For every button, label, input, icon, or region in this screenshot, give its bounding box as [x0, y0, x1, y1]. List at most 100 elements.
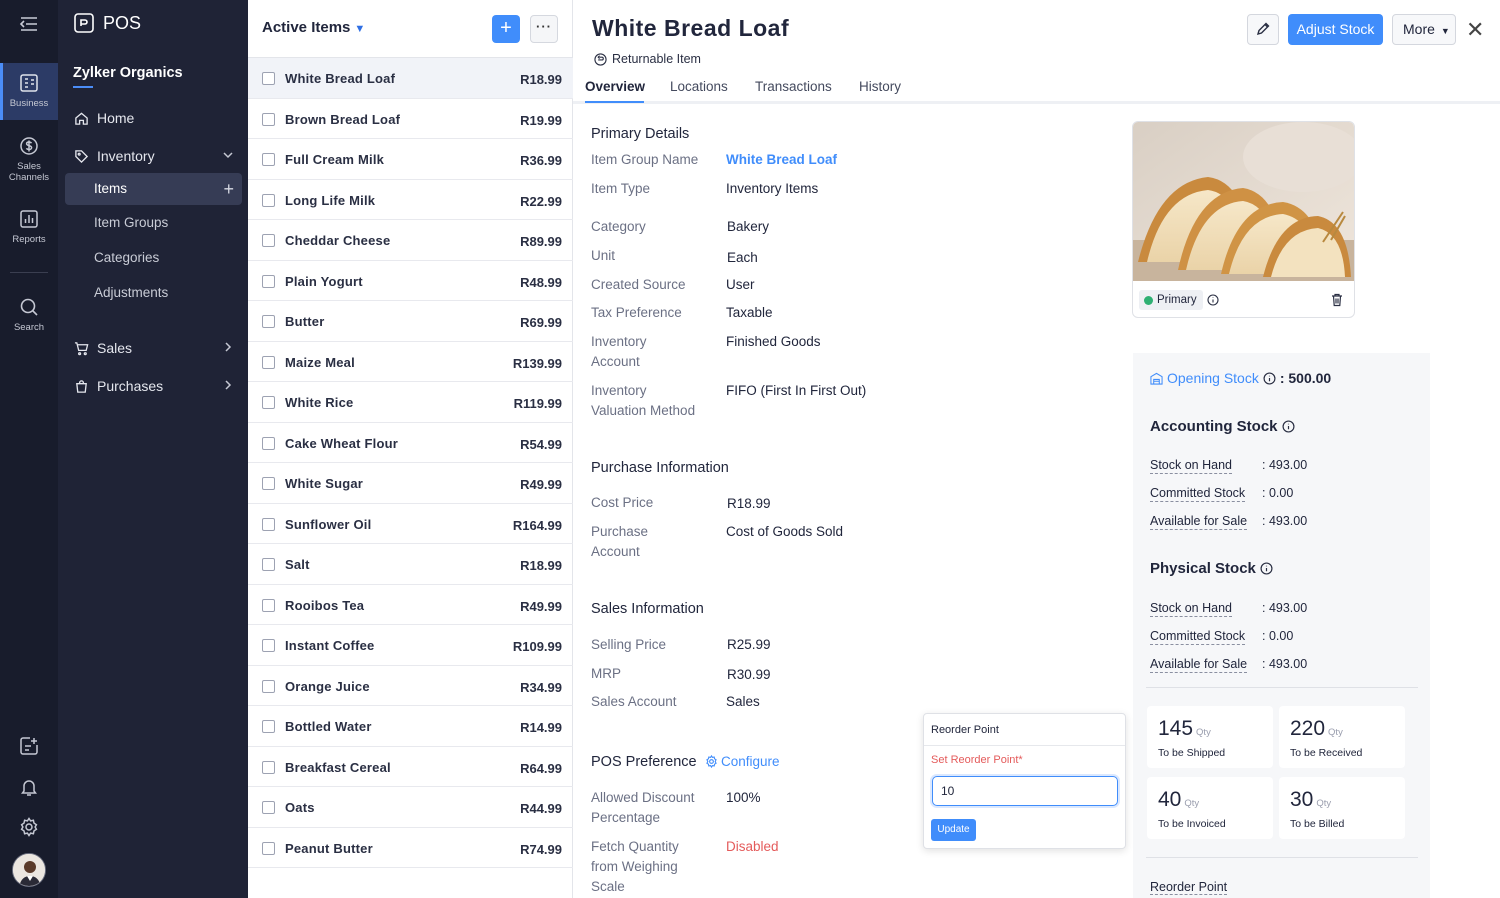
close-icon[interactable]: ✕ — [1466, 18, 1484, 42]
list-item[interactable]: Cheddar Cheese R89.99 — [248, 220, 573, 261]
row-checkbox[interactable] — [262, 720, 275, 733]
adjust-stock-button[interactable]: Adjust Stock — [1288, 14, 1383, 45]
list-item[interactable]: Peanut Butter R74.99 — [248, 828, 573, 868]
row-checkbox[interactable] — [262, 639, 275, 652]
accounting-committed-label[interactable]: Committed Stock — [1150, 486, 1246, 502]
accounting-stock-on-hand-label[interactable]: Stock on Hand — [1150, 458, 1232, 474]
rail-business[interactable]: Business — [0, 63, 58, 120]
app-logo[interactable]: POS — [73, 12, 141, 34]
list-item[interactable]: Orange Juice R34.99 — [248, 666, 573, 706]
sidebar-item-item-groups[interactable]: Item Groups — [65, 207, 242, 239]
list-item[interactable]: Rooibos Tea R49.99 — [248, 585, 573, 625]
list-item[interactable]: Salt R18.99 — [248, 544, 573, 585]
item-group-name-link[interactable]: White Bread Loaf — [726, 150, 837, 170]
new-entry-icon[interactable] — [18, 735, 40, 757]
opening-stock-link[interactable]: Opening Stock — [1167, 370, 1259, 386]
nav-purchases[interactable]: Purchases — [74, 378, 234, 394]
add-item-button[interactable]: + — [492, 15, 520, 43]
row-checkbox[interactable] — [262, 760, 275, 774]
item-name[interactable]: Oats — [285, 800, 315, 815]
list-item[interactable]: White Rice R119.99 — [248, 382, 573, 423]
row-checkbox[interactable] — [262, 112, 275, 126]
item-name[interactable]: Brown Bread Loaf — [285, 112, 400, 127]
settings-gear-icon[interactable] — [18, 816, 40, 838]
physical-available-label[interactable]: Available for Sale — [1150, 657, 1248, 673]
row-checkbox[interactable] — [262, 193, 275, 207]
view-selector[interactable]: Active Items ▼ — [262, 19, 365, 36]
row-checkbox[interactable] — [262, 477, 275, 490]
row-checkbox[interactable] — [262, 436, 275, 450]
row-checkbox[interactable] — [262, 598, 275, 612]
item-name[interactable]: Salt — [285, 557, 310, 572]
item-name[interactable]: Bottled Water — [285, 719, 372, 734]
info-icon[interactable] — [1263, 371, 1276, 385]
list-item[interactable]: Plain Yogurt R48.99 — [248, 261, 573, 301]
item-name[interactable]: Peanut Butter — [285, 841, 373, 856]
list-item[interactable]: Brown Bread Loaf R19.99 — [248, 99, 573, 139]
item-name[interactable]: Cake Wheat Flour — [285, 436, 398, 451]
item-name[interactable]: Full Cream Milk — [285, 152, 384, 167]
tab-overview[interactable]: Overview — [585, 79, 645, 94]
item-name[interactable]: White Sugar — [285, 476, 363, 491]
item-name[interactable]: Cheddar Cheese — [285, 233, 390, 248]
user-avatar[interactable] — [12, 853, 46, 887]
list-item[interactable]: White Sugar R49.99 — [248, 463, 573, 504]
tab-locations[interactable]: Locations — [670, 79, 728, 94]
row-checkbox[interactable] — [262, 234, 275, 247]
row-checkbox[interactable] — [262, 558, 275, 571]
rail-search[interactable]: Search — [0, 296, 58, 336]
item-name[interactable]: Long Life Milk — [285, 193, 375, 208]
physical-committed-label[interactable]: Committed Stock — [1150, 629, 1246, 645]
list-item[interactable]: Maize Meal R139.99 — [248, 342, 573, 382]
item-name[interactable]: Orange Juice — [285, 679, 370, 694]
reorder-point-input[interactable]: 10 — [932, 776, 1118, 806]
reorder-point-label[interactable]: Reorder Point — [1150, 880, 1228, 895]
notifications-icon[interactable] — [18, 776, 40, 798]
list-item[interactable]: Long Life Milk R22.99 — [248, 180, 573, 220]
sidebar-item-categories[interactable]: Categories — [65, 242, 242, 274]
nav-sales[interactable]: Sales — [74, 340, 234, 356]
sidebar-item-adjustments[interactable]: Adjustments — [65, 277, 242, 309]
sidebar-item-items[interactable]: Items + — [65, 173, 242, 205]
list-item[interactable]: Bottled Water R14.99 — [248, 706, 573, 747]
rail-reports[interactable]: Reports — [0, 208, 58, 248]
accounting-available-label[interactable]: Available for Sale — [1150, 514, 1248, 530]
configure-link[interactable]: Configure — [705, 754, 780, 769]
list-item[interactable]: Sunflower Oil R164.99 — [248, 504, 573, 544]
nav-home[interactable]: Home — [74, 110, 134, 126]
info-icon[interactable] — [1207, 294, 1219, 309]
trash-icon[interactable] — [1331, 293, 1343, 310]
list-item[interactable]: Breakfast Cereal R64.99 — [248, 747, 573, 787]
org-name[interactable]: Zylker Organics — [73, 65, 183, 81]
row-checkbox[interactable] — [262, 679, 275, 693]
info-icon[interactable] — [1260, 562, 1273, 575]
item-name[interactable]: White Rice — [285, 395, 353, 410]
add-item-plus-icon[interactable]: + — [223, 173, 234, 205]
list-item[interactable]: Oats R44.99 — [248, 787, 573, 828]
bread-image[interactable] — [1133, 122, 1355, 281]
row-checkbox[interactable] — [262, 517, 275, 531]
nav-inventory[interactable]: Inventory — [74, 148, 234, 164]
more-menu-button[interactable]: More ▼ — [1392, 14, 1456, 45]
row-checkbox[interactable] — [262, 153, 275, 166]
item-name[interactable]: Butter — [285, 314, 324, 329]
row-checkbox[interactable] — [262, 841, 275, 855]
list-item[interactable]: Cake Wheat Flour R54.99 — [248, 423, 573, 463]
rail-sales-channels[interactable]: Sales Channels — [0, 135, 58, 185]
row-checkbox[interactable] — [262, 315, 275, 328]
row-checkbox[interactable] — [262, 355, 275, 369]
edit-button[interactable] — [1247, 14, 1279, 45]
item-name[interactable]: Rooibos Tea — [285, 598, 364, 613]
row-checkbox[interactable] — [262, 396, 275, 409]
item-name[interactable]: Breakfast Cereal — [285, 760, 391, 775]
list-item[interactable]: Butter R69.99 — [248, 301, 573, 342]
list-item[interactable]: Full Cream Milk R36.99 — [248, 139, 573, 180]
row-checkbox[interactable] — [262, 72, 275, 85]
row-checkbox[interactable] — [262, 274, 275, 288]
physical-stock-on-hand-label[interactable]: Stock on Hand — [1150, 601, 1232, 617]
info-icon[interactable] — [1282, 420, 1295, 433]
item-name[interactable]: Instant Coffee — [285, 638, 374, 653]
tab-history[interactable]: History — [859, 79, 901, 94]
item-name[interactable]: Sunflower Oil — [285, 517, 371, 532]
item-name[interactable]: White Bread Loaf — [285, 71, 395, 86]
